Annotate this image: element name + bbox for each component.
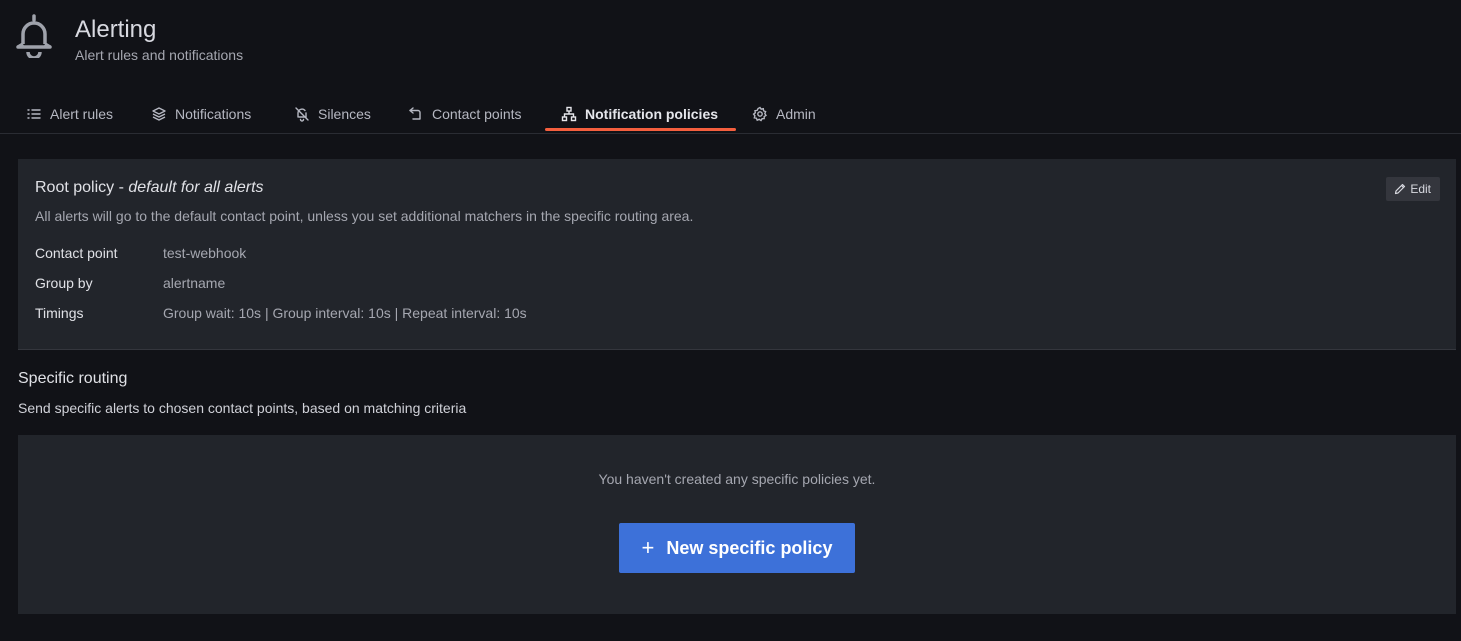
tab-notifications[interactable]: Notifications — [151, 96, 251, 132]
root-policy-panel: Root policy - default for all alerts All… — [18, 159, 1456, 350]
root-policy-title: Root policy - default for all alerts — [35, 179, 264, 196]
tab-alert-rules[interactable]: Alert rules — [26, 96, 113, 132]
list-icon — [27, 109, 41, 119]
detail-label: Contact point — [35, 245, 118, 261]
tab-label: Contact points — [432, 106, 522, 122]
edit-button[interactable]: Edit — [1386, 177, 1440, 201]
root-policy-description: All alerts will go to the default contac… — [35, 208, 694, 224]
bell-icon — [16, 14, 52, 58]
bell-slash-icon — [295, 107, 309, 122]
tab-label: Notification policies — [585, 106, 719, 122]
detail-value: alertname — [163, 275, 226, 291]
detail-label: Group by — [35, 275, 93, 291]
tab-contact-points[interactable]: Contact points — [408, 96, 522, 132]
tab-silences[interactable]: Silences — [294, 96, 371, 132]
page-subtitle: Alert rules and notifications — [75, 47, 244, 63]
plus-icon: + — [641, 535, 655, 560]
specific-policies-empty-state: You haven't created any specific policie… — [18, 435, 1456, 614]
new-specific-policy-button[interactable]: + New specific policy — [619, 523, 855, 573]
page-title: Alerting — [75, 16, 157, 43]
cog-icon — [752, 106, 767, 122]
tab-label: Alert rules — [50, 106, 114, 122]
layers-icon — [152, 107, 166, 121]
sitemap-icon — [561, 106, 577, 122]
detail-label: Timings — [35, 305, 84, 321]
specific-routing-title: Specific routing — [18, 370, 128, 387]
new-specific-policy-label: New specific policy — [666, 537, 833, 558]
root-policy-title-emphasis: default for all alerts — [128, 179, 264, 196]
comment-alt-share-icon — [409, 107, 421, 120]
detail-value: Group wait: 10s | Group interval: 10s | … — [163, 305, 527, 321]
tab-notification-policies[interactable]: Notification policies — [561, 96, 718, 132]
tab-label: Silences — [318, 106, 371, 122]
specific-routing-description: Send specific alerts to chosen contact p… — [18, 400, 467, 416]
tab-label: Admin — [776, 106, 816, 122]
empty-state-text: You haven't created any specific policie… — [598, 471, 876, 487]
tab-label: Notifications — [175, 106, 252, 122]
detail-value: test-webhook — [163, 245, 247, 261]
edit-button-label: Edit — [1410, 182, 1431, 196]
active-tab-indicator — [545, 128, 736, 131]
page-header: Alerting Alert rules and notifications A… — [0, 0, 1461, 134]
tab-admin[interactable]: Admin — [752, 96, 816, 132]
pen-icon — [1395, 183, 1406, 195]
